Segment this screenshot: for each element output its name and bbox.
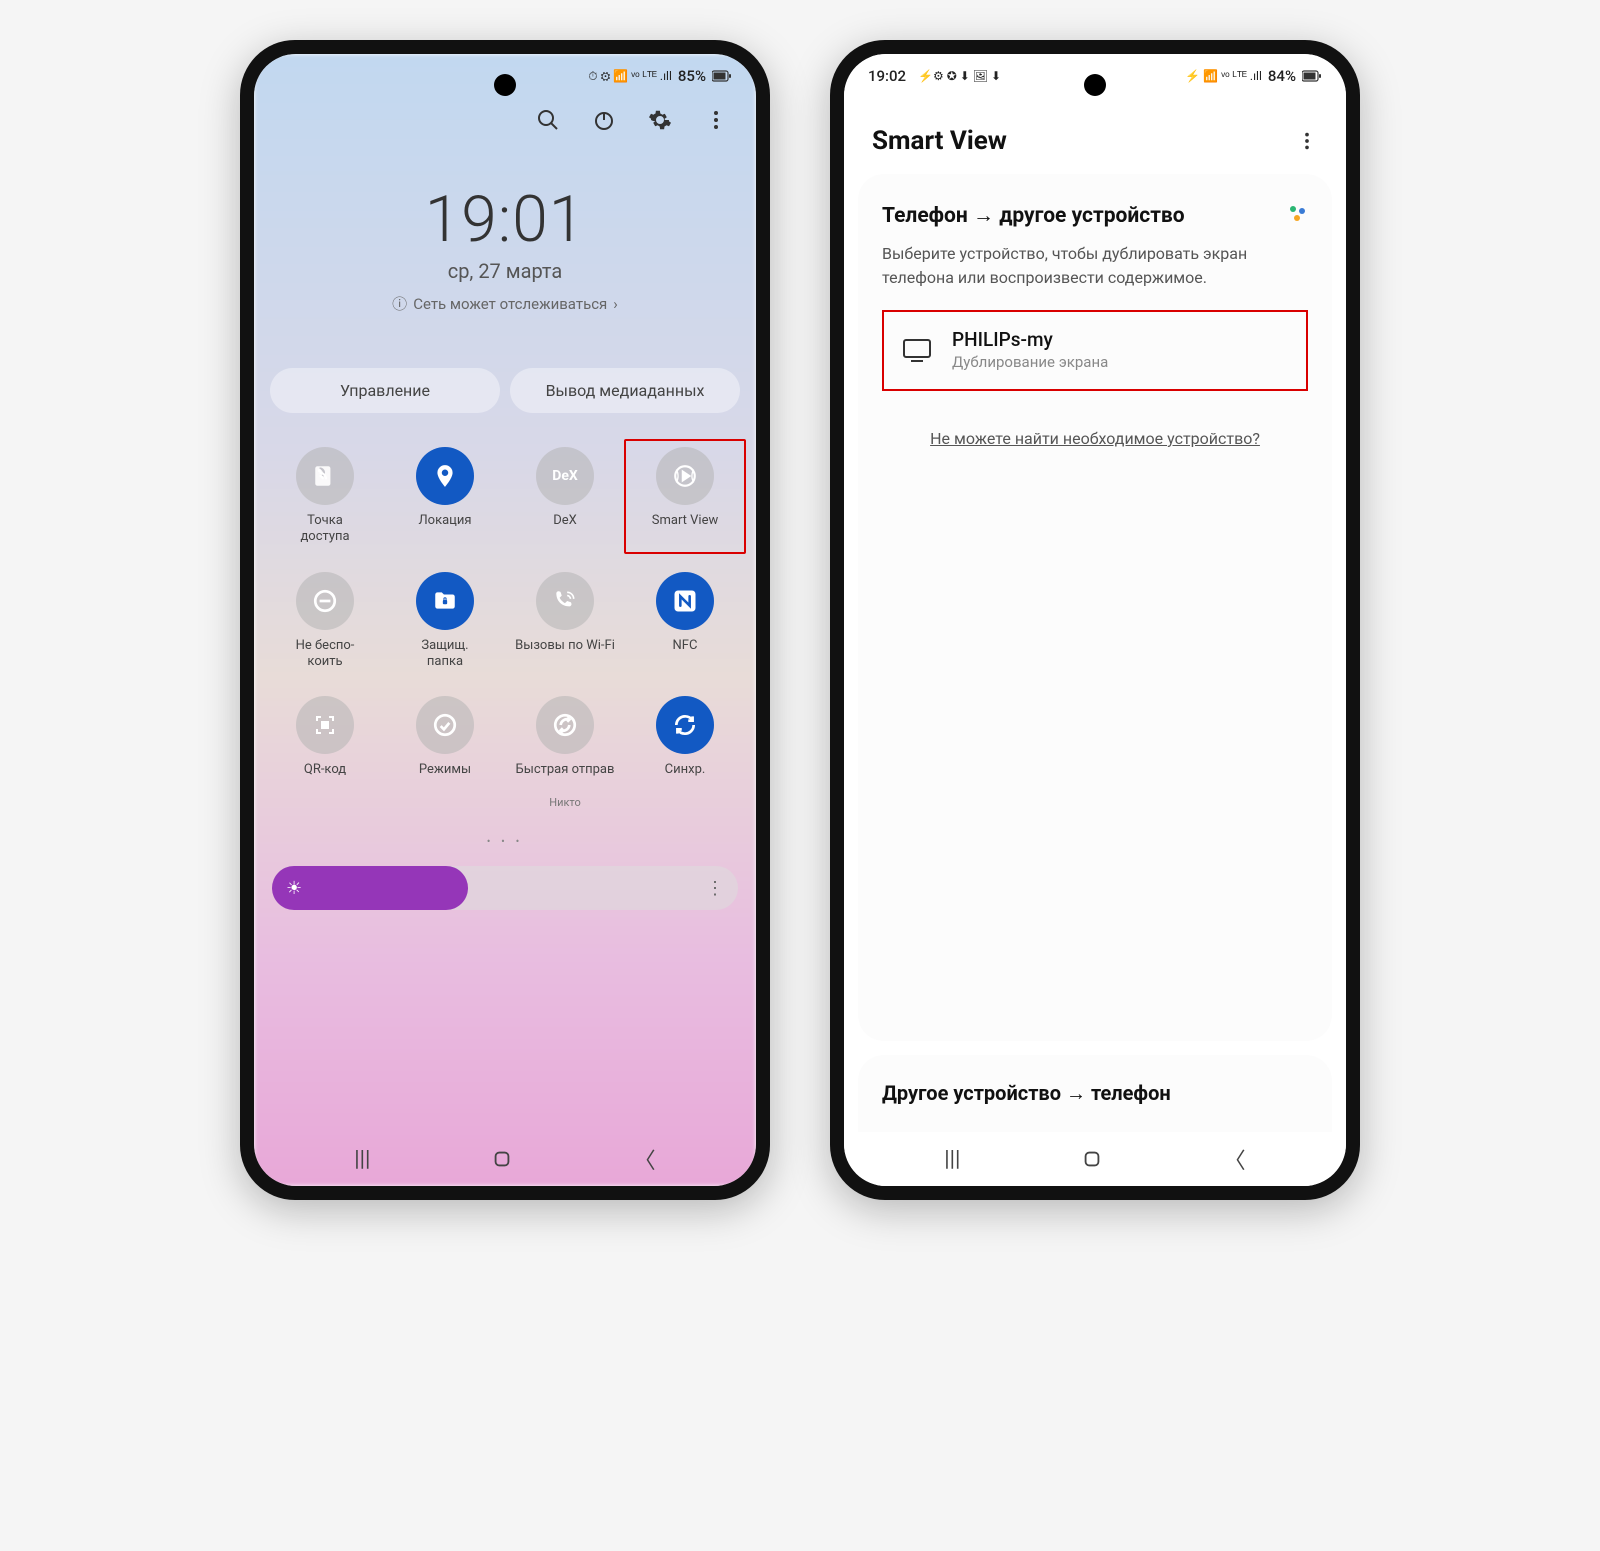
phone-to-device-card: Телефон → другое устройство Выберите уст… xyxy=(858,174,1332,1041)
quick-panel-toolbar xyxy=(254,98,756,152)
sync-icon xyxy=(672,712,698,738)
modes-icon xyxy=(432,712,458,738)
time-display: 19:01 xyxy=(254,182,756,257)
page-title: Smart View xyxy=(872,126,1007,156)
wificall-icon xyxy=(552,588,578,614)
tile-dex[interactable]: DeX DeX xyxy=(510,447,620,546)
tab-media-output[interactable]: Вывод медиаданных xyxy=(510,368,740,413)
tv-icon xyxy=(902,337,932,363)
tile-label: Smart View xyxy=(652,513,719,545)
camera-hole xyxy=(1084,74,1106,96)
date-display: ср, 27 марта xyxy=(254,259,756,283)
battery-text: 84% xyxy=(1268,67,1296,85)
status-time: 19:02 xyxy=(868,67,906,85)
network-note-text: Сеть может отслеживаться xyxy=(413,295,607,313)
phone-2-frame: 19:02 ⚡⚙ ✪ ⬇ 🖼 ⬇ ⚡ 📶 ᵛᵒ ᴸᵀᴱ .ıll 84% Sma… xyxy=(830,40,1360,1200)
tile-location[interactable]: Локация xyxy=(390,447,500,546)
page-header: Smart View xyxy=(844,98,1346,174)
power-icon[interactable] xyxy=(592,108,616,132)
location-icon xyxy=(432,463,458,489)
nav-home[interactable] xyxy=(491,1148,513,1170)
tile-label: Точка доступа xyxy=(300,513,349,546)
tile-modes[interactable]: Режимы xyxy=(390,696,500,809)
tile-quickshare[interactable]: Быстрая отправ Никто xyxy=(510,696,620,809)
tile-label: QR-код xyxy=(304,762,346,794)
slider-more-icon[interactable]: ⋮ xyxy=(706,878,724,899)
tile-label: Не беспо- коить xyxy=(296,638,355,671)
share-icon xyxy=(552,712,578,738)
nav-bar: ||| 〈 xyxy=(254,1132,756,1186)
network-monitored-note[interactable]: ⓘ Сеть может отслеживаться › xyxy=(392,293,618,314)
device-name: PHILIPs-my xyxy=(952,328,1108,351)
help-link[interactable]: Не можете найти необходимое устройство? xyxy=(882,429,1308,448)
tab-manage[interactable]: Управление xyxy=(270,368,500,413)
tile-sublabel: Никто xyxy=(549,796,580,809)
tile-label: Быстрая отправ xyxy=(516,762,615,794)
nav-recents[interactable]: ||| xyxy=(944,1147,960,1172)
battery-icon xyxy=(712,70,732,82)
camera-hole xyxy=(494,74,516,96)
section-heading: Другое устройство → телефон xyxy=(882,1081,1308,1106)
tile-hotspot[interactable]: Точка доступа xyxy=(270,447,380,546)
device-to-phone-card[interactable]: Другое устройство → телефон xyxy=(858,1055,1332,1132)
battery-icon xyxy=(1302,70,1322,82)
tile-qr[interactable]: QR-код xyxy=(270,696,380,809)
cast-icon[interactable] xyxy=(1288,204,1308,224)
tile-secure-folder[interactable]: Защищ. папка xyxy=(390,572,500,671)
device-subtitle: Дублирование экрана xyxy=(952,353,1108,371)
dex-icon: DeX xyxy=(552,468,578,484)
tile-smartview[interactable]: Smart View xyxy=(624,439,746,554)
battery-text: 85% xyxy=(678,67,706,85)
settings-icon[interactable] xyxy=(648,108,672,132)
quick-tiles-grid: Точка доступа Локация DeX DeX Smart View xyxy=(254,423,756,819)
brightness-slider[interactable]: ☀ ⋮ xyxy=(272,866,738,910)
tile-label: Синхр. xyxy=(665,762,706,794)
smartview-icon xyxy=(672,463,698,489)
tile-label: NFC xyxy=(673,638,698,670)
tile-label: Локация xyxy=(418,513,471,545)
phone-1-frame: ⏱ ⚙ 📶 ᵛᵒ ᴸᵀᴱ .ıll 85% xyxy=(240,40,770,1200)
page-indicator: • • • xyxy=(254,819,756,856)
brightness-icon: ☀ xyxy=(286,878,302,899)
chevron-right-icon: › xyxy=(613,295,618,313)
section-description: Выберите устройство, чтобы дублировать э… xyxy=(882,242,1308,290)
info-icon: ⓘ xyxy=(392,293,407,314)
more-icon[interactable] xyxy=(704,108,728,132)
device-item-philips[interactable]: PHILIPs-my Дублирование экрана xyxy=(882,310,1308,391)
tile-sync[interactable]: Синхр. xyxy=(630,696,740,809)
tile-label: Режимы xyxy=(419,762,471,794)
nav-home[interactable] xyxy=(1081,1148,1103,1170)
status-icons: ⏱ ⚙ 📶 ᵛᵒ ᴸᵀᴱ .ıll xyxy=(588,69,672,84)
nav-recents[interactable]: ||| xyxy=(354,1147,370,1172)
tile-label: Вызовы по Wi-Fi xyxy=(515,638,615,670)
tile-label: Защищ. папка xyxy=(421,638,468,671)
qr-icon xyxy=(313,713,337,737)
nav-bar: ||| 〈 xyxy=(844,1132,1346,1186)
status-right-icons: ⚡ 📶 ᵛᵒ ᴸᵀᴱ .ıll xyxy=(1185,69,1261,83)
status-left-icons: ⚡⚙ ✪ ⬇ 🖼 ⬇ xyxy=(918,69,1001,83)
nav-back[interactable]: 〈 xyxy=(1224,1143,1246,1175)
more-icon[interactable] xyxy=(1296,130,1318,152)
nav-back[interactable]: 〈 xyxy=(634,1143,656,1175)
search-icon[interactable] xyxy=(536,108,560,132)
tile-dnd[interactable]: Не беспо- коить xyxy=(270,572,380,671)
folder-icon xyxy=(432,588,458,614)
hotspot-icon xyxy=(312,463,338,489)
tile-nfc[interactable]: NFC xyxy=(630,572,740,671)
dnd-icon xyxy=(312,588,338,614)
clock-section: 19:01 ср, 27 марта ⓘ Сеть может отслежив… xyxy=(254,152,756,322)
nfc-icon xyxy=(671,587,699,615)
section-heading: Телефон → другое устройство xyxy=(882,204,1308,228)
tile-label: DeX xyxy=(553,513,577,545)
tile-wifi-calling[interactable]: Вызовы по Wi-Fi xyxy=(510,572,620,671)
